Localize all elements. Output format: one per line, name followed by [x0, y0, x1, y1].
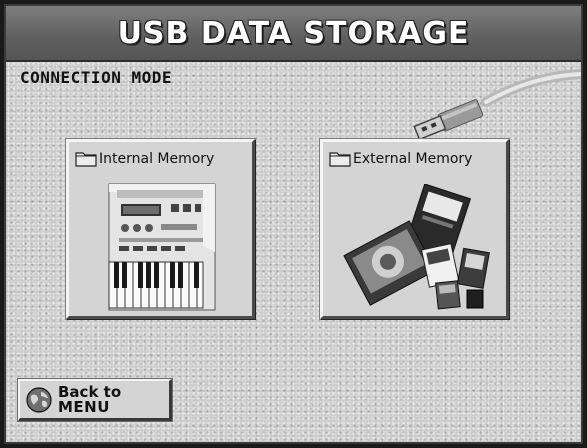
globe-icon — [26, 386, 52, 413]
back-to-menu-label: Back to MENU — [58, 384, 121, 416]
back-label-line2: MENU — [58, 397, 110, 416]
external-memory-header: External Memory — [329, 150, 472, 167]
internal-memory-header: Internal Memory — [75, 150, 214, 167]
folder-icon — [75, 152, 97, 167]
connection-mode-label: CONNECTION MODE — [20, 68, 172, 87]
internal-memory-button[interactable]: Internal Memory — [66, 139, 255, 319]
back-to-menu-button[interactable]: Back to MENU — [18, 379, 172, 421]
folder-icon — [329, 152, 351, 167]
external-memory-button[interactable]: External Memory — [320, 139, 509, 319]
keyboard-instrument-icon — [108, 183, 216, 311]
page-title: USB DATA STORAGE — [117, 15, 470, 51]
internal-memory-label: Internal Memory — [99, 150, 215, 167]
memory-cards-icon — [343, 184, 490, 310]
usb-cable-icon — [413, 69, 581, 138]
usb-storage-screen: USB DATA STORAGE CONNECTION MODE Interna… — [4, 4, 583, 444]
title-bar: USB DATA STORAGE — [6, 6, 581, 62]
external-memory-label: External Memory — [353, 150, 473, 167]
